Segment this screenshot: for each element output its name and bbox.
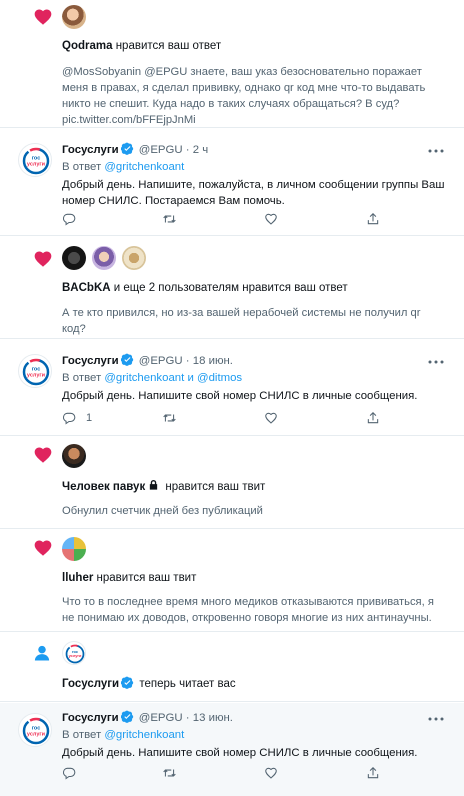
share-button[interactable] (366, 411, 380, 425)
tweet-epgu-1[interactable]: гос услуги Госуслуги @EPGU · 2 ч В ответ … (0, 129, 464, 236)
verified-icon (121, 676, 134, 689)
notification-user[interactable]: Госуслуги (62, 678, 119, 690)
verified-icon (120, 353, 133, 366)
lock-icon (150, 479, 158, 490)
notification-action: нравится ваш ответ (115, 40, 222, 52)
verified-icon (120, 710, 133, 723)
quoted-tweet-text[interactable]: А те кто привился, но из-за вашей нерабо… (62, 305, 446, 337)
like-button[interactable] (264, 212, 366, 226)
quoted-tweet-text[interactable]: Что то в последнее время много медиков о… (62, 594, 446, 626)
notifications-feed: Qodrama нравится ваш ответ @MosSobyanin … (0, 0, 464, 796)
reply-to-link[interactable]: @gritchenkoant (104, 372, 184, 384)
retweet-icon (163, 414, 176, 422)
notification-like-bacbka[interactable]: BACbKA и еще 2 пользователям нравится ва… (0, 237, 464, 339)
retweet-icon (163, 215, 176, 223)
svg-text:услуги: услуги (27, 373, 45, 379)
reply-button[interactable] (62, 766, 162, 780)
notification-like-lluher[interactable]: lluher нравится ваш твит Что то в послед… (0, 530, 464, 632)
verified-icon (120, 142, 133, 155)
notification-user[interactable]: Qodrama (62, 40, 113, 52)
svg-text:услуги: услуги (27, 732, 45, 738)
notification-like-chelovek-pavuk[interactable]: Человек павук нравится ваш твит Обнулил … (0, 437, 464, 529)
author-handle[interactable]: @EPGU (139, 712, 183, 724)
tweet-text: Добрый день. Напишите свой номер СНИЛС в… (62, 390, 418, 402)
share-button[interactable] (366, 212, 380, 226)
notification-action: нравится ваш твит (96, 572, 197, 584)
notification-action: теперь читает вас (139, 678, 236, 690)
like-button[interactable] (264, 766, 366, 780)
tweet-text: Добрый день. Напишите, пожалуйста, в лич… (62, 179, 445, 207)
quoted-tweet-text[interactable]: @MosSobyanin @EPGU знаете, ваш указ безо… (62, 64, 446, 128)
gosuslugi-logo[interactable]: гос услуги (62, 641, 86, 665)
reply-to-link-2[interactable]: @ditmos (197, 372, 242, 384)
reply-icon (62, 213, 76, 226)
notification-like-qodrama[interactable]: Qodrama нравится ваш ответ @MosSobyanin … (0, 0, 464, 128)
reply-count: 1 (86, 412, 93, 424)
heart-icon (34, 9, 52, 25)
share-icon (367, 412, 379, 424)
tweet-epgu-3[interactable]: гос услуги Госуслуги @EPGU · 13 июн. В от… (0, 703, 464, 796)
notification-user[interactable]: BACbKA (62, 282, 111, 294)
tweet-time[interactable]: 18 июн. (193, 355, 233, 367)
avatar-user-2[interactable] (92, 246, 116, 270)
notification-action: и еще 2 пользователям нравится ваш ответ (113, 282, 348, 294)
more-icon[interactable] (428, 714, 444, 724)
author-name[interactable]: Госуслуги (62, 355, 119, 367)
heart-icon (34, 447, 52, 463)
avatar-lluher[interactable] (62, 537, 86, 561)
quoted-tweet-text[interactable]: Обнулил счетчик дней без публикаций (62, 503, 446, 519)
author-name[interactable]: Госуслуги (62, 144, 119, 156)
reply-to-link[interactable]: @gritchenkoant (104, 729, 184, 741)
gosuslugi-logo[interactable]: гос услуги (18, 713, 52, 747)
avatar-bacbka[interactable] (62, 246, 86, 270)
author-name[interactable]: Госуслуги (62, 712, 119, 724)
notification-user[interactable]: Человек павук (62, 481, 145, 493)
reply-to-link[interactable]: @gritchenkoant (104, 161, 184, 173)
retweet-button[interactable] (162, 212, 264, 226)
share-icon (367, 213, 379, 225)
reply-icon (62, 412, 76, 425)
avatar-qodrama[interactable] (62, 5, 86, 29)
heart-icon (34, 540, 52, 556)
retweet-button[interactable] (162, 411, 264, 425)
notification-follow-gosuslugi[interactable]: гос услуги Госуслуги теперь читает вас (0, 633, 464, 702)
like-icon (265, 213, 277, 225)
avatar-user-3[interactable] (122, 246, 146, 270)
retweet-button[interactable] (162, 766, 264, 780)
like-icon (265, 767, 277, 779)
person-icon (34, 645, 50, 661)
gosuslugi-logo[interactable]: гос услуги (18, 143, 52, 177)
tweet-epgu-2[interactable]: гос услуги Госуслуги @EPGU · 18 июн. В от… (0, 340, 464, 436)
share-button[interactable] (366, 766, 380, 780)
author-handle[interactable]: @EPGU (139, 355, 183, 367)
reply-icon (62, 767, 76, 780)
more-icon[interactable] (428, 146, 444, 156)
retweet-icon (163, 769, 176, 777)
gosuslugi-logo[interactable]: гос услуги (18, 354, 52, 388)
notification-user[interactable]: lluher (62, 572, 93, 584)
notification-action: нравится ваш твит (165, 481, 266, 493)
tweet-time[interactable]: 13 июн. (193, 712, 233, 724)
like-button[interactable] (264, 411, 366, 425)
tweet-time[interactable]: 2 ч (193, 144, 208, 156)
like-icon (265, 412, 277, 424)
svg-text:услуги: услуги (69, 653, 82, 658)
reply-button[interactable] (62, 212, 162, 226)
author-handle[interactable]: @EPGU (139, 144, 183, 156)
more-icon[interactable] (428, 357, 444, 367)
svg-text:услуги: услуги (27, 162, 45, 168)
reply-button[interactable]: 1 (62, 411, 162, 425)
avatar-chelovek-pavuk[interactable] (62, 444, 86, 468)
tweet-text: Добрый день. Напишите свой номер СНИЛС в… (62, 747, 418, 759)
heart-icon (34, 251, 52, 267)
share-icon (367, 767, 379, 779)
